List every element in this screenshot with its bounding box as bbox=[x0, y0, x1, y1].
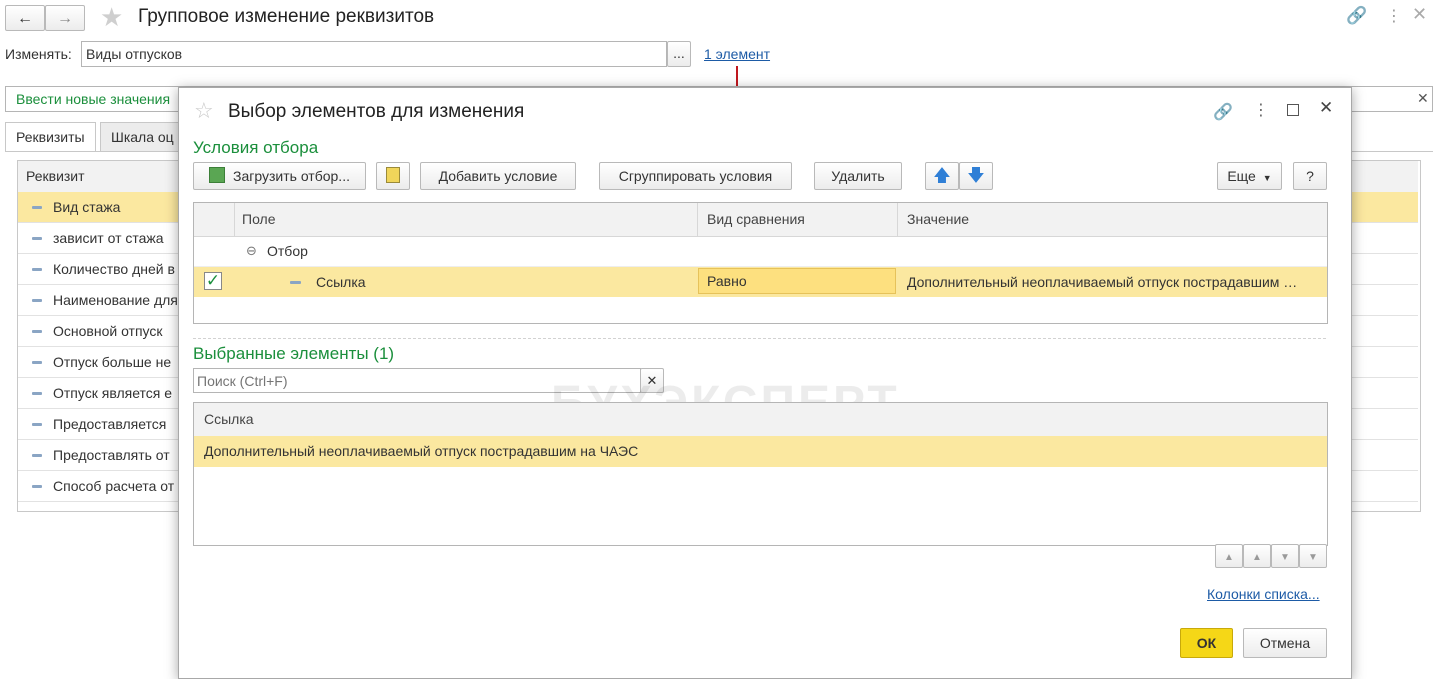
go-up-button[interactable]: ▲ bbox=[1243, 544, 1271, 568]
collapse-icon[interactable]: ⊖ bbox=[246, 236, 257, 266]
cancel-button[interactable]: Отмена bbox=[1243, 628, 1327, 658]
change-label: Изменять: bbox=[5, 46, 72, 62]
row-marker-icon bbox=[32, 392, 42, 395]
section-separator bbox=[193, 338, 1326, 339]
row-marker-icon bbox=[32, 237, 42, 240]
selected-grid-header: Ссылка bbox=[194, 403, 1327, 437]
dialog-maximize-icon[interactable] bbox=[1287, 104, 1299, 116]
choose-object-button[interactable]: ... bbox=[667, 41, 691, 67]
forward-button[interactable]: → bbox=[45, 5, 85, 31]
dialog-favorite-star-icon[interactable]: ☆ bbox=[194, 98, 214, 124]
save-filter-icon bbox=[386, 167, 400, 183]
save-filter-button[interactable] bbox=[376, 162, 410, 190]
go-last-button[interactable]: ▼ bbox=[1299, 544, 1327, 568]
select-elements-dialog: ☆ Выбор элементов для изменения 🔗 ⋮ ✕ Ус… bbox=[178, 87, 1352, 679]
col-divider bbox=[897, 203, 898, 236]
link-icon[interactable]: 🔗 bbox=[1346, 6, 1367, 26]
dialog-title: Выбор элементов для изменения bbox=[228, 101, 525, 122]
row-marker-icon bbox=[32, 454, 42, 457]
arrow-left-icon: ← bbox=[17, 10, 33, 27]
row-marker-icon bbox=[32, 423, 42, 426]
more-menu-icon[interactable]: ⋮ bbox=[1386, 6, 1402, 26]
enter-values-label: Ввести новые значения bbox=[16, 91, 171, 107]
tab-scale[interactable]: Шкала оц bbox=[100, 122, 190, 152]
first-icon: ▲ bbox=[1224, 552, 1234, 563]
requisite-column-label: Реквизит bbox=[26, 168, 85, 184]
filter-section-title: Условия отбора bbox=[193, 138, 319, 157]
dialog-close-icon[interactable]: ✕ bbox=[1319, 98, 1333, 118]
down-icon: ▼ bbox=[1280, 552, 1290, 563]
selected-col-link: Ссылка bbox=[204, 411, 254, 427]
back-button[interactable]: ← bbox=[5, 5, 45, 31]
condition-checkbox[interactable]: ✓ bbox=[204, 272, 222, 290]
elements-count-link[interactable]: 1 элемент bbox=[704, 46, 770, 62]
load-filter-button[interactable]: Загрузить отбор... bbox=[193, 162, 366, 190]
move-up-button[interactable]: 🡅 bbox=[925, 162, 959, 190]
clear-enter-values-icon[interactable]: ✕ bbox=[1417, 90, 1429, 107]
go-first-button[interactable]: ▲ bbox=[1215, 544, 1243, 568]
arrow-right-icon: → bbox=[57, 10, 73, 27]
filter-grid: Поле Вид сравнения Значение ⊖ Отбор ✓ Сс… bbox=[193, 202, 1328, 324]
condition-field: Ссылка bbox=[316, 274, 366, 290]
close-window-icon[interactable]: ✕ bbox=[1412, 4, 1427, 25]
selected-elements-title: Выбранные элементы (1) bbox=[193, 344, 395, 363]
dialog-more-icon[interactable]: ⋮ bbox=[1253, 100, 1269, 120]
col-divider bbox=[697, 203, 698, 236]
favorite-star-icon[interactable]: ★ bbox=[100, 2, 123, 33]
add-condition-button[interactable]: Добавить условие bbox=[420, 162, 576, 190]
row-marker-icon bbox=[32, 361, 42, 364]
arrow-up-icon: 🡅 bbox=[933, 166, 951, 185]
row-marker-icon bbox=[32, 299, 42, 302]
field-marker-icon bbox=[290, 281, 301, 284]
help-button[interactable]: ? bbox=[1293, 162, 1327, 190]
delete-condition-button[interactable]: Удалить bbox=[814, 162, 902, 190]
row-marker-icon bbox=[32, 206, 42, 209]
chevron-down-icon: ▼ bbox=[1262, 173, 1272, 183]
last-icon: ▼ bbox=[1308, 552, 1318, 563]
filter-group-label: Отбор bbox=[267, 243, 308, 259]
ok-button[interactable]: ОК bbox=[1180, 628, 1233, 658]
move-down-button[interactable]: 🡇 bbox=[959, 162, 993, 190]
go-down-button[interactable]: ▼ bbox=[1271, 544, 1299, 568]
change-object-value: Виды отпусков bbox=[86, 46, 183, 62]
more-button[interactable]: Еще ▼ bbox=[1217, 162, 1282, 190]
filter-col-field: Поле bbox=[242, 211, 276, 227]
change-object-field[interactable]: Виды отпусков bbox=[81, 41, 667, 67]
list-columns-link[interactable]: Колонки списка... bbox=[1207, 586, 1320, 602]
row-marker-icon bbox=[32, 268, 42, 271]
tab-requisites[interactable]: Реквизиты bbox=[5, 122, 96, 152]
window-title: Групповое изменение реквизитов bbox=[138, 6, 435, 27]
filter-condition-row[interactable]: ✓ Ссылка Равно Дополнительный неоплачива… bbox=[194, 267, 1327, 297]
load-filter-icon bbox=[209, 167, 226, 183]
comparison-field[interactable]: Равно bbox=[698, 268, 896, 294]
row-marker-icon bbox=[32, 330, 42, 333]
group-conditions-button[interactable]: Сгруппировать условия bbox=[599, 162, 792, 190]
col-divider bbox=[234, 203, 235, 236]
filter-grid-header: Поле Вид сравнения Значение bbox=[194, 203, 1327, 237]
up-icon: ▲ bbox=[1252, 552, 1262, 563]
list-item[interactable]: Дополнительный неоплачиваемый отпуск пос… bbox=[194, 436, 1327, 467]
row-marker-icon bbox=[32, 485, 42, 488]
filter-col-comparison: Вид сравнения bbox=[707, 211, 805, 227]
arrow-down-icon: 🡇 bbox=[967, 166, 985, 185]
condition-value[interactable]: Дополнительный неоплачиваемый отпуск пос… bbox=[907, 267, 1297, 297]
filter-col-value: Значение bbox=[907, 211, 970, 227]
dialog-link-icon[interactable]: 🔗 bbox=[1213, 102, 1233, 122]
filter-group-row[interactable]: ⊖ Отбор bbox=[194, 236, 1327, 267]
selected-elements-grid: Ссылка Дополнительный неоплачиваемый отп… bbox=[193, 402, 1328, 546]
